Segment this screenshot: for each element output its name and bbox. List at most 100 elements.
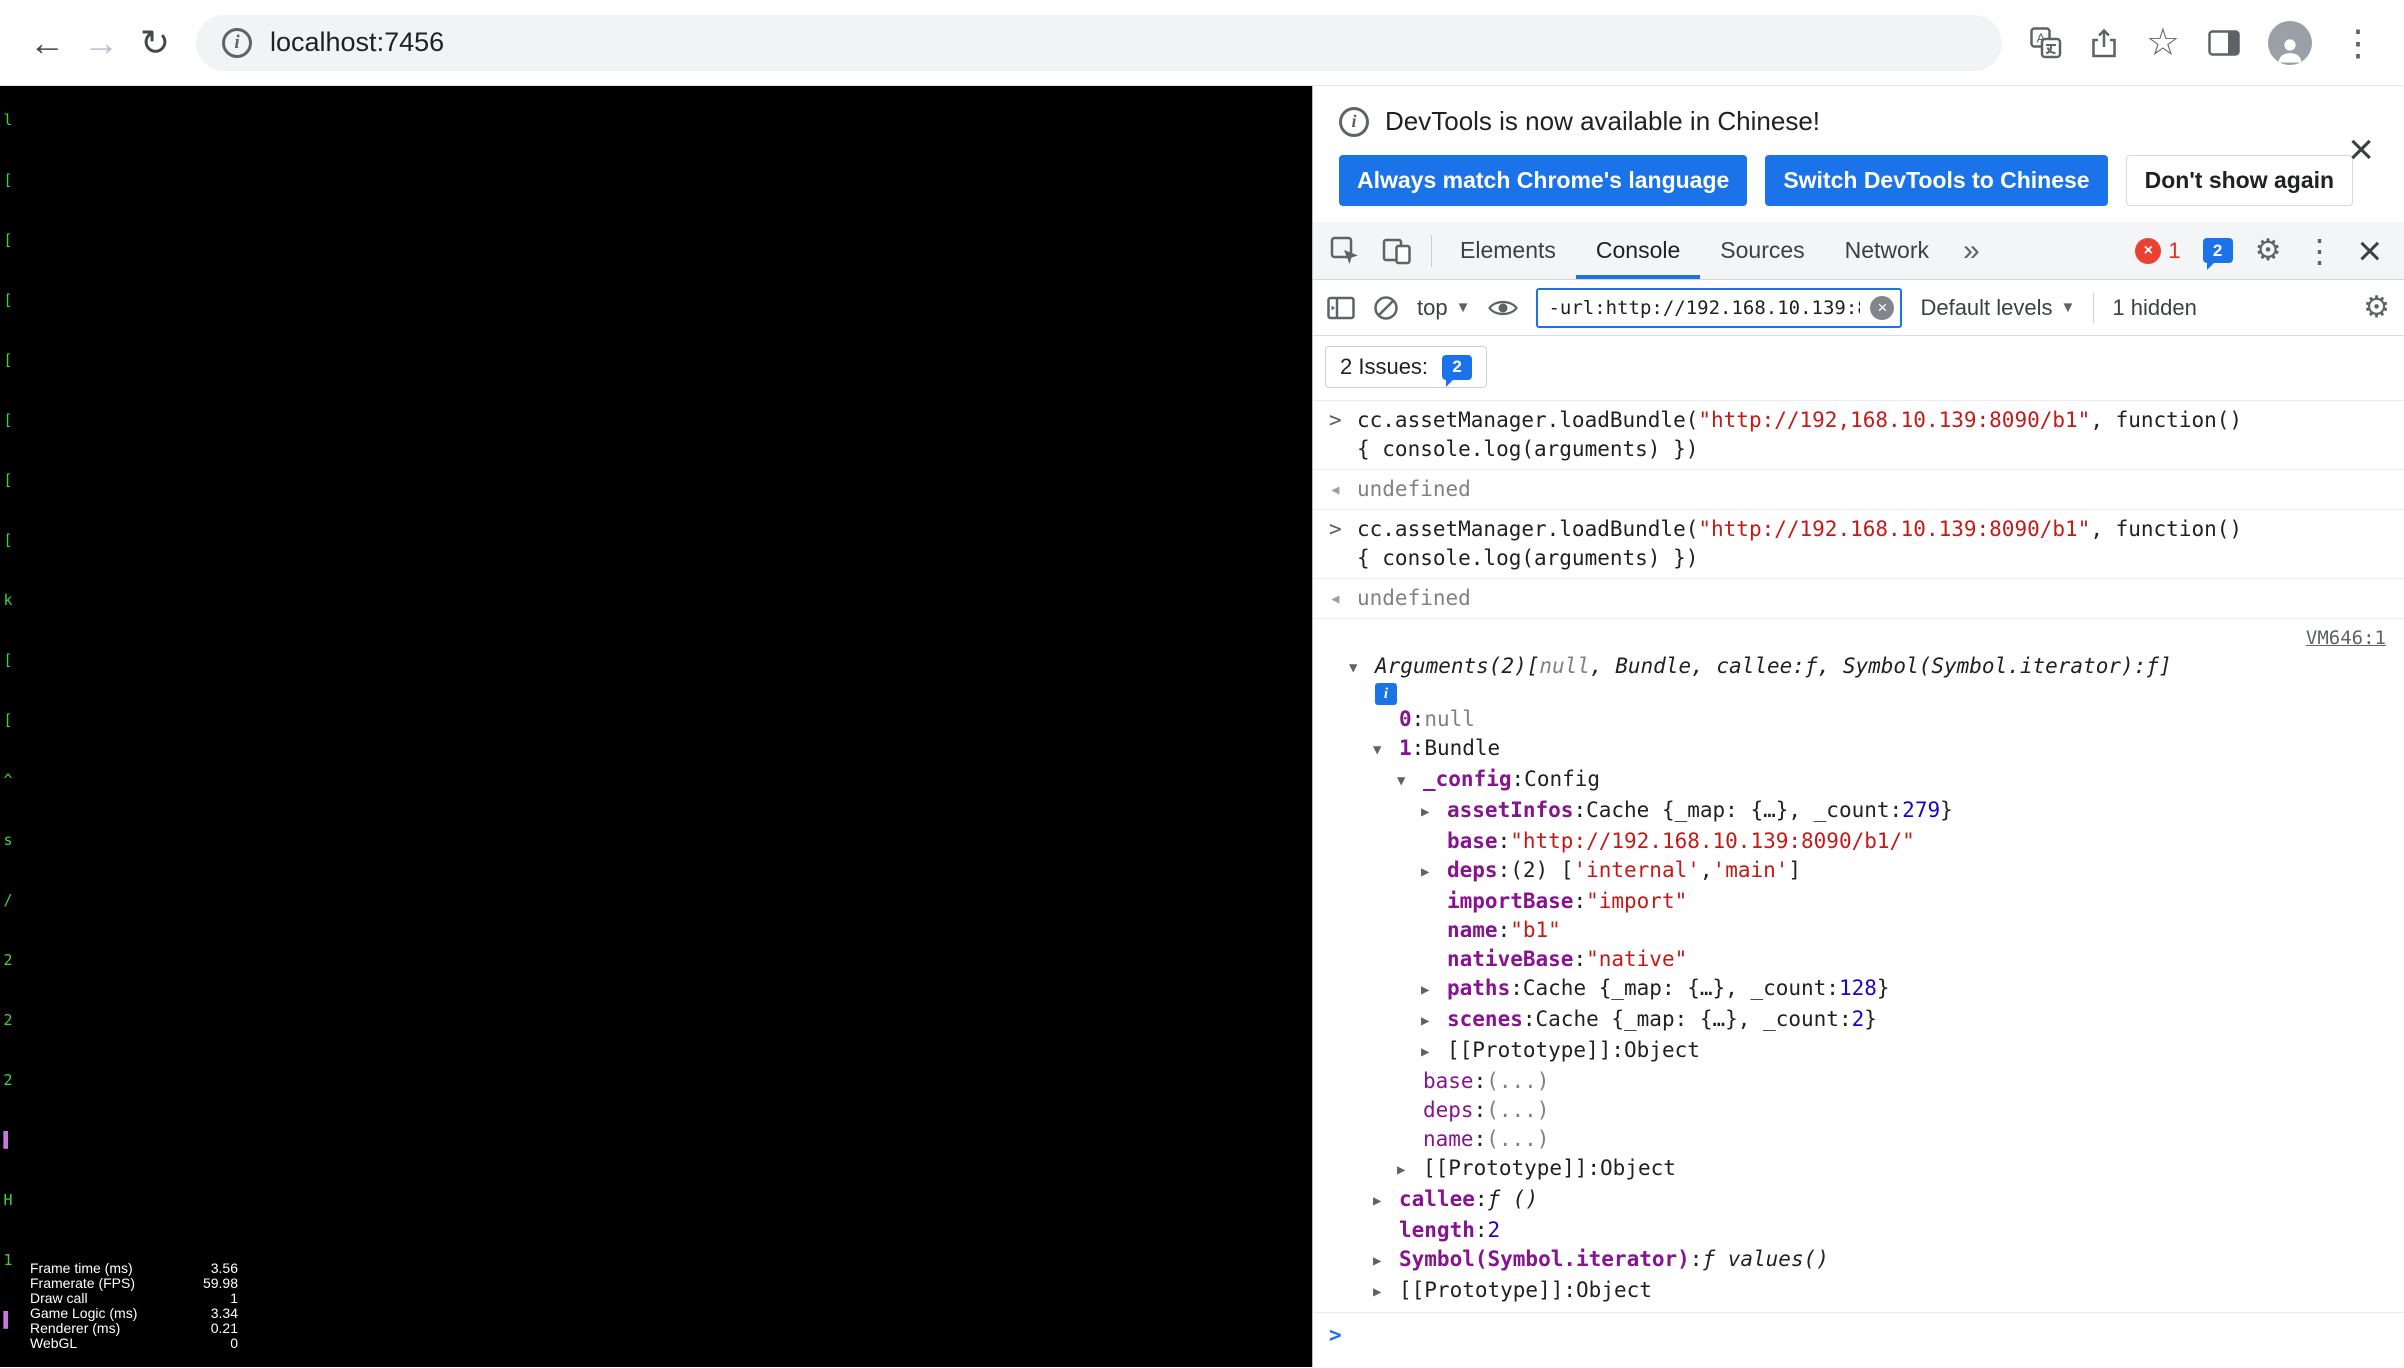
collapse-arrow-icon[interactable]: ▼ [1397, 765, 1423, 796]
error-count-badge[interactable]: × 1 [2135, 237, 2181, 264]
clear-console-icon[interactable] [1373, 295, 1399, 321]
tab-sources[interactable]: Sources [1700, 222, 1824, 279]
notification-button-2[interactable]: Don't show again [2125, 155, 2354, 206]
tree-row[interactable]: ▼ _config: Config [1313, 765, 2404, 796]
tree-row[interactable]: ▼ Arguments(2) [null, Bundle, callee: ƒ, … [1313, 652, 2404, 683]
profile-avatar[interactable] [2268, 20, 2312, 65]
expand-arrow-icon[interactable]: ▶ [1373, 1245, 1399, 1276]
divider [2093, 292, 2095, 323]
tree-row[interactable]: ▶ callee: ƒ () [1313, 1185, 2404, 1216]
tree-row: name: "b1" [1447, 918, 1561, 942]
notification-button-0[interactable]: Always match Chrome's language [1339, 155, 1748, 206]
terminal-char: ▌ [3, 1131, 13, 1149]
terminal-char: ^ [3, 771, 13, 789]
notification-button-1[interactable]: Switch DevTools to Chinese [1765, 155, 2108, 206]
settings-gear-icon[interactable]: ⚙ [2255, 235, 2282, 266]
tree-row[interactable]: ▶ [[Prototype]]: Object [1313, 1154, 2404, 1185]
reload-button[interactable]: ↻ [128, 16, 182, 70]
game-canvas[interactable]: Frame time (ms) 3.56 Framerate (FPS) 59.98 D… [16, 86, 1312, 1367]
expand-arrow-icon[interactable]: ▶ [1421, 974, 1447, 1005]
expand-arrow-icon[interactable]: ▶ [1421, 796, 1447, 827]
console-settings-gear-icon[interactable]: ⚙ [2363, 292, 2390, 323]
more-tabs-icon[interactable]: » [1949, 234, 1994, 268]
tree-row: i [1313, 683, 2404, 705]
expand-arrow-icon[interactable]: ▶ [1397, 1154, 1423, 1185]
collapse-arrow-icon[interactable]: ▼ [1373, 734, 1399, 765]
tree-row[interactable]: ▶ paths: Cache {_map: {…}, _count: 128} [1313, 974, 2404, 1005]
console-area: > cc.assetManager.loadBundle("http://192,… [1313, 400, 2404, 1367]
terminal-char: [ [3, 531, 13, 549]
devtools-tabs: Elements Console Sources Network [1440, 222, 1949, 279]
collapse-arrow-icon[interactable]: ▼ [1349, 652, 1375, 683]
source-link[interactable]: VM646:1 [2306, 627, 2386, 649]
device-toolbar-icon[interactable] [1371, 222, 1423, 279]
issues-bar[interactable]: 2 Issues: 2 [1325, 346, 1488, 388]
close-devtools-icon[interactable]: × [2357, 229, 2382, 272]
expand-arrow-icon[interactable]: ▶ [1373, 1185, 1399, 1216]
tab-console[interactable]: Console [1576, 222, 1700, 279]
terminal-char: l [3, 111, 13, 129]
expand-arrow-icon[interactable]: ▶ [1421, 1036, 1447, 1067]
terminal-edge-strip: l [[[[[[[k [[^ s / 2 2 2 ▌ H 1 ▌ [0, 86, 16, 1367]
terminal-char: [ [3, 711, 13, 729]
clear-filter-icon[interactable]: × [1870, 295, 1895, 320]
translate-icon[interactable]: A [2030, 26, 2062, 59]
tree-row[interactable]: ▶ scenes: Cache {_map: {…}, _count: 2} [1313, 1005, 2404, 1036]
terminal-char: 2 [3, 1011, 13, 1029]
site-info-icon[interactable]: i [222, 27, 252, 58]
tree-row: base: "http://192.168.10.139:8090/b1/" [1447, 829, 1915, 853]
issues-bubble-icon: 2 [1442, 354, 1473, 387]
result-arrow-icon: ◂ [1329, 477, 1342, 501]
close-notification-icon[interactable]: × [2348, 128, 2374, 172]
expand-arrow-icon[interactable]: ▶ [1421, 856, 1447, 887]
terminal-char: [ [3, 171, 13, 189]
tree-row: 0: null [1399, 707, 1475, 731]
result-arrow-icon: ◂ [1329, 586, 1342, 610]
stat-row: Framerate (FPS) 59.98 [30, 1275, 238, 1291]
issues-count-badge[interactable]: 2 [2202, 238, 2233, 270]
inspect-icon[interactable] [1319, 222, 1371, 279]
console-prompt[interactable]: > [1313, 1313, 2404, 1358]
console-command: > cc.assetManager.loadBundle("http://192,… [1313, 400, 2404, 470]
tree-row[interactable]: ▶ [[Prototype]]: Object [1313, 1276, 2404, 1307]
expand-arrow-icon[interactable]: ▶ [1421, 1005, 1447, 1036]
expand-arrow-icon[interactable]: ▶ [1373, 1276, 1399, 1307]
back-button[interactable]: ← [20, 16, 74, 70]
tab-network[interactable]: Network [1825, 222, 1949, 279]
share-icon[interactable] [2090, 27, 2118, 59]
address-bar[interactable]: i localhost:7456 [196, 14, 2002, 71]
tabbar-right: × 1 2 ⚙ ⋮ × [2135, 229, 2398, 272]
terminal-char: 2 [3, 951, 13, 969]
console-result: ◂ undefined [1313, 470, 2404, 510]
live-expression-eye-icon[interactable] [1488, 297, 1519, 319]
tree-row: deps: (...) [1423, 1098, 1550, 1122]
tree-row: length: 2 [1399, 1218, 1501, 1242]
command-chevron-icon: > [1329, 408, 1342, 432]
forward-button[interactable]: → [74, 16, 128, 70]
log-levels-selector[interactable]: Default levels ▼ [1920, 295, 2075, 321]
filter-input[interactable] [1536, 287, 1903, 328]
stat-row: WebGL 0 [30, 1335, 238, 1351]
tree-row[interactable]: ▶ assetInfos: Cache {_map: {…}, _count: 2… [1313, 796, 2404, 827]
terminal-char: [ [3, 351, 13, 369]
main-area: l [[[[[[[k [[^ s / 2 2 2 ▌ H 1 ▌ Frame time (ms) 3.5… [0, 86, 2404, 1367]
devtools-notification: i DevTools is now available in Chinese! … [1313, 86, 2404, 222]
tab-elements[interactable]: Elements [1440, 222, 1576, 279]
tree-row: base: (...) [1423, 1069, 1550, 1093]
tree-row[interactable]: ▶ Symbol(Symbol.iterator): ƒ values() [1313, 1245, 2404, 1276]
bookmark-star-icon[interactable]: ☆ [2146, 24, 2180, 62]
devtools-menu-icon[interactable]: ⋮ [2303, 235, 2335, 267]
tree-row[interactable]: ▶ deps: (2) ['internal', 'main'] [1313, 856, 2404, 887]
terminal-char: [ [3, 231, 13, 249]
notification-buttons: Always match Chrome's language Switch Dev… [1339, 155, 2378, 206]
context-selector[interactable]: top ▼ [1417, 295, 1470, 321]
console-log-output: VM646:1 ▼ Arguments(2) [null, Bundle, call… [1313, 619, 2404, 1313]
console-sidebar-icon[interactable] [1327, 296, 1355, 320]
terminal-char: [ [3, 651, 13, 669]
browser-menu-icon[interactable]: ⋮ [2340, 24, 2376, 61]
console-result: ◂ undefined [1313, 579, 2404, 619]
tree-row[interactable]: ▼ 1: Bundle [1313, 734, 2404, 765]
sidebar-toggle-icon[interactable] [2208, 29, 2240, 57]
tree-row[interactable]: ▶ [[Prototype]]: Object [1313, 1036, 2404, 1067]
terminal-char: [ [3, 291, 13, 309]
